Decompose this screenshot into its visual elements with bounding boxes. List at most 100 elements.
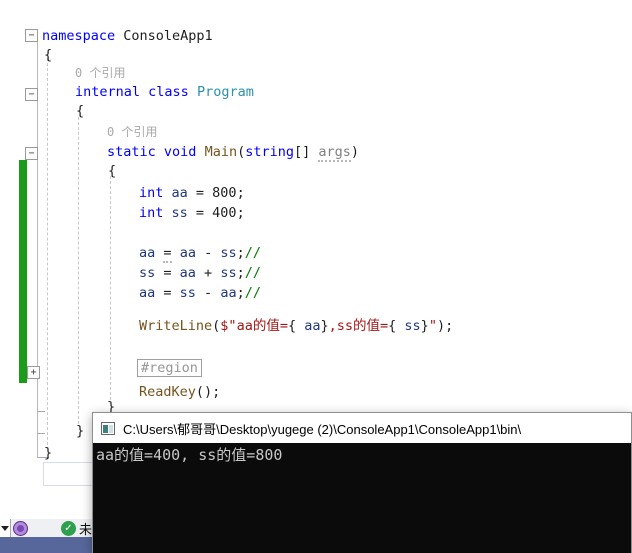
code-token [172,245,180,261]
code-token: ; [237,285,245,301]
console-app-icon [101,422,115,435]
line-open-brace-class[interactable]: { [76,104,84,119]
code-token: " [429,318,437,334]
code-token: int [139,205,163,221]
codelens-references[interactable]: 0 个引用 [75,66,125,80]
code-token [156,144,164,160]
code-token: internal [75,84,140,100]
line-open-brace-main[interactable]: { [108,164,116,179]
code-token: ; [237,245,245,261]
code-token: } [320,318,328,334]
code-token: void [164,144,197,160]
console-window[interactable]: C:\Users\郁哥哥\Desktop\yugege (2)\ConsoleA… [92,412,632,553]
code-token: { [44,47,52,63]
code-token: - [196,245,220,261]
code-token: // [245,285,261,301]
console-output-line: aa的值=400, ss的值=800 [96,446,282,464]
code-token: = 800; [188,185,245,201]
line-int-ss[interactable]: int ss = 400; [139,206,245,221]
console-title: C:\Users\郁哥哥\Desktop\yugege (2)\ConsoleA… [123,419,521,438]
code-token: = [163,245,171,263]
code-token: aa的值= [237,318,288,334]
line-expr-1[interactable]: aa = aa - ss;// [139,246,261,261]
code-token: } [44,445,52,461]
code-token: { [288,318,296,334]
code-token: aa [180,245,196,261]
code-token: ConsoleApp1 [115,28,213,44]
code-token: WriteLine [139,318,212,334]
line-expr-2[interactable]: ss = aa + ss;// [139,266,261,281]
code-token: ( [237,144,245,160]
code-token: $" [220,318,236,334]
code-token: ss [396,318,420,334]
code-token: Main [205,144,238,160]
outline-end-tick [37,433,45,434]
code-token: aa [139,285,155,301]
fold-toggle-icon[interactable]: − [25,88,38,101]
line-namespace[interactable]: namespace ConsoleApp1 [42,29,213,44]
indent-guide [110,176,112,400]
code-token: ; [237,265,245,281]
code-token: args [318,144,351,162]
code-token: { [76,103,84,119]
code-token: + [196,265,220,281]
zoom-dropdown[interactable] [0,519,11,537]
code-token: aa [220,285,236,301]
code-token [189,84,197,100]
code-token: ss [172,205,188,221]
code-token: aa [139,245,155,261]
line-close-brace-class[interactable]: } [76,424,84,439]
outline-margin-line [37,42,38,458]
code-token: ); [437,318,453,334]
code-token [163,185,171,201]
code-token: int [139,185,163,201]
console-titlebar[interactable]: C:\Users\郁哥哥\Desktop\yugege (2)\ConsoleA… [93,413,631,443]
code-token: { [108,163,116,179]
codelens-references[interactable]: 0 个引用 [107,125,157,139]
code-token: } [421,318,429,334]
line-int-aa[interactable]: int aa = 800; [139,186,245,201]
code-token: ) [351,144,359,160]
code-token: } [76,423,84,439]
code-token: ReadKey [139,384,196,400]
code-token: aa [180,265,196,281]
code-token: ss [139,265,155,281]
code-token: [] [294,144,318,160]
code-token: aa [296,318,320,334]
line-writeline[interactable]: WriteLine($"aa的值={ aa},ss的值={ ss}"); [139,319,453,334]
document-health-check-icon[interactable] [61,521,76,536]
status-bar [0,537,92,553]
fold-toggle-icon[interactable]: − [25,29,38,42]
code-token: Program [197,84,254,100]
line-region[interactable]: #region [137,361,202,376]
console-output-area[interactable]: aa的值=400, ss的值=800 [93,443,631,553]
code-token: #region [137,359,202,377]
indent-guide [47,58,49,445]
vs-editor-screenshot: − − − + namespace ConsoleApp1 { internal clas… [0,0,632,553]
code-token: // [245,245,261,261]
code-token [163,205,171,221]
fold-toggle-icon[interactable]: − [25,147,38,160]
code-token: class [148,84,189,100]
code-token: - [196,285,220,301]
line-expr-3[interactable]: aa = ss - aa;// [139,286,261,301]
code-token: = 400; [188,205,245,221]
line-main-decl[interactable]: static void Main(string[] args) [107,145,359,160]
editor-bottom-toolbar: 未 [0,519,92,537]
quick-actions-icon[interactable] [13,521,28,536]
code-token: string [245,144,294,160]
code-token: ss [220,265,236,281]
document-health-text: 未 [79,519,92,538]
code-token: ss [220,245,236,261]
code-token: // [245,265,261,281]
fold-toggle-icon[interactable]: + [27,366,40,379]
outline-end-tick [37,411,45,412]
code-token: ss [180,285,196,301]
line-class-decl[interactable]: internal class Program [75,85,254,100]
line-close-brace-namespace[interactable]: } [44,446,52,461]
chevron-down-icon [1,526,9,531]
indent-guide [78,117,80,424]
line-open-brace-namespace[interactable]: { [44,48,52,63]
code-token: ,ss的值= [329,318,389,334]
line-readkey[interactable]: ReadKey(); [139,385,220,400]
